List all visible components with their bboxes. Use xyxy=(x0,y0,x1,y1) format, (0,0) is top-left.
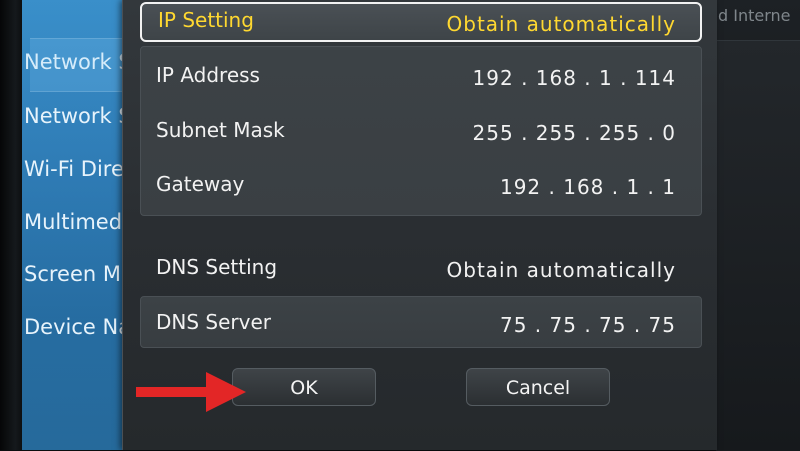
red-arrow-icon xyxy=(136,372,246,412)
ip-setting-label: IP Setting xyxy=(158,8,254,32)
ip-setting-value: Obtain automatically xyxy=(446,12,676,36)
background-text: d Interne xyxy=(718,6,791,25)
subnet-mask-value[interactable]: 255 . 255 . 255 . 0 xyxy=(473,121,676,145)
dns-server-label: DNS Server xyxy=(156,310,271,334)
dns-setting-label: DNS Setting xyxy=(156,255,278,279)
menu-item-network-settings[interactable]: Network Settings xyxy=(24,104,124,128)
menu-item-multimedia[interactable]: Multimedia Device Settings xyxy=(24,210,124,234)
cancel-button[interactable]: Cancel xyxy=(466,368,610,406)
dns-server-value[interactable]: 75 . 75 . 75 . 75 xyxy=(500,313,676,337)
ip-address-value[interactable]: 192 . 168 . 1 . 114 xyxy=(473,66,676,90)
subnet-mask-label: Subnet Mask xyxy=(156,118,285,142)
gateway-value[interactable]: 192 . 168 . 1 . 1 xyxy=(500,175,676,199)
menu-item-screen-mirroring[interactable]: Screen Mirroring xyxy=(24,262,124,286)
dns-setting-value[interactable]: Obtain automatically xyxy=(447,258,676,282)
tv-bezel xyxy=(0,0,22,450)
ok-button[interactable]: OK xyxy=(232,368,376,406)
ip-address-label: IP Address xyxy=(156,63,260,87)
menu-item-device-name[interactable]: Device Name xyxy=(24,315,124,339)
menu-item-wifi-direct[interactable]: Wi-Fi Direct xyxy=(24,157,124,181)
background-strip xyxy=(716,40,800,451)
menu-item-network-status[interactable]: Network Status xyxy=(24,50,124,74)
gateway-label: Gateway xyxy=(156,172,245,196)
